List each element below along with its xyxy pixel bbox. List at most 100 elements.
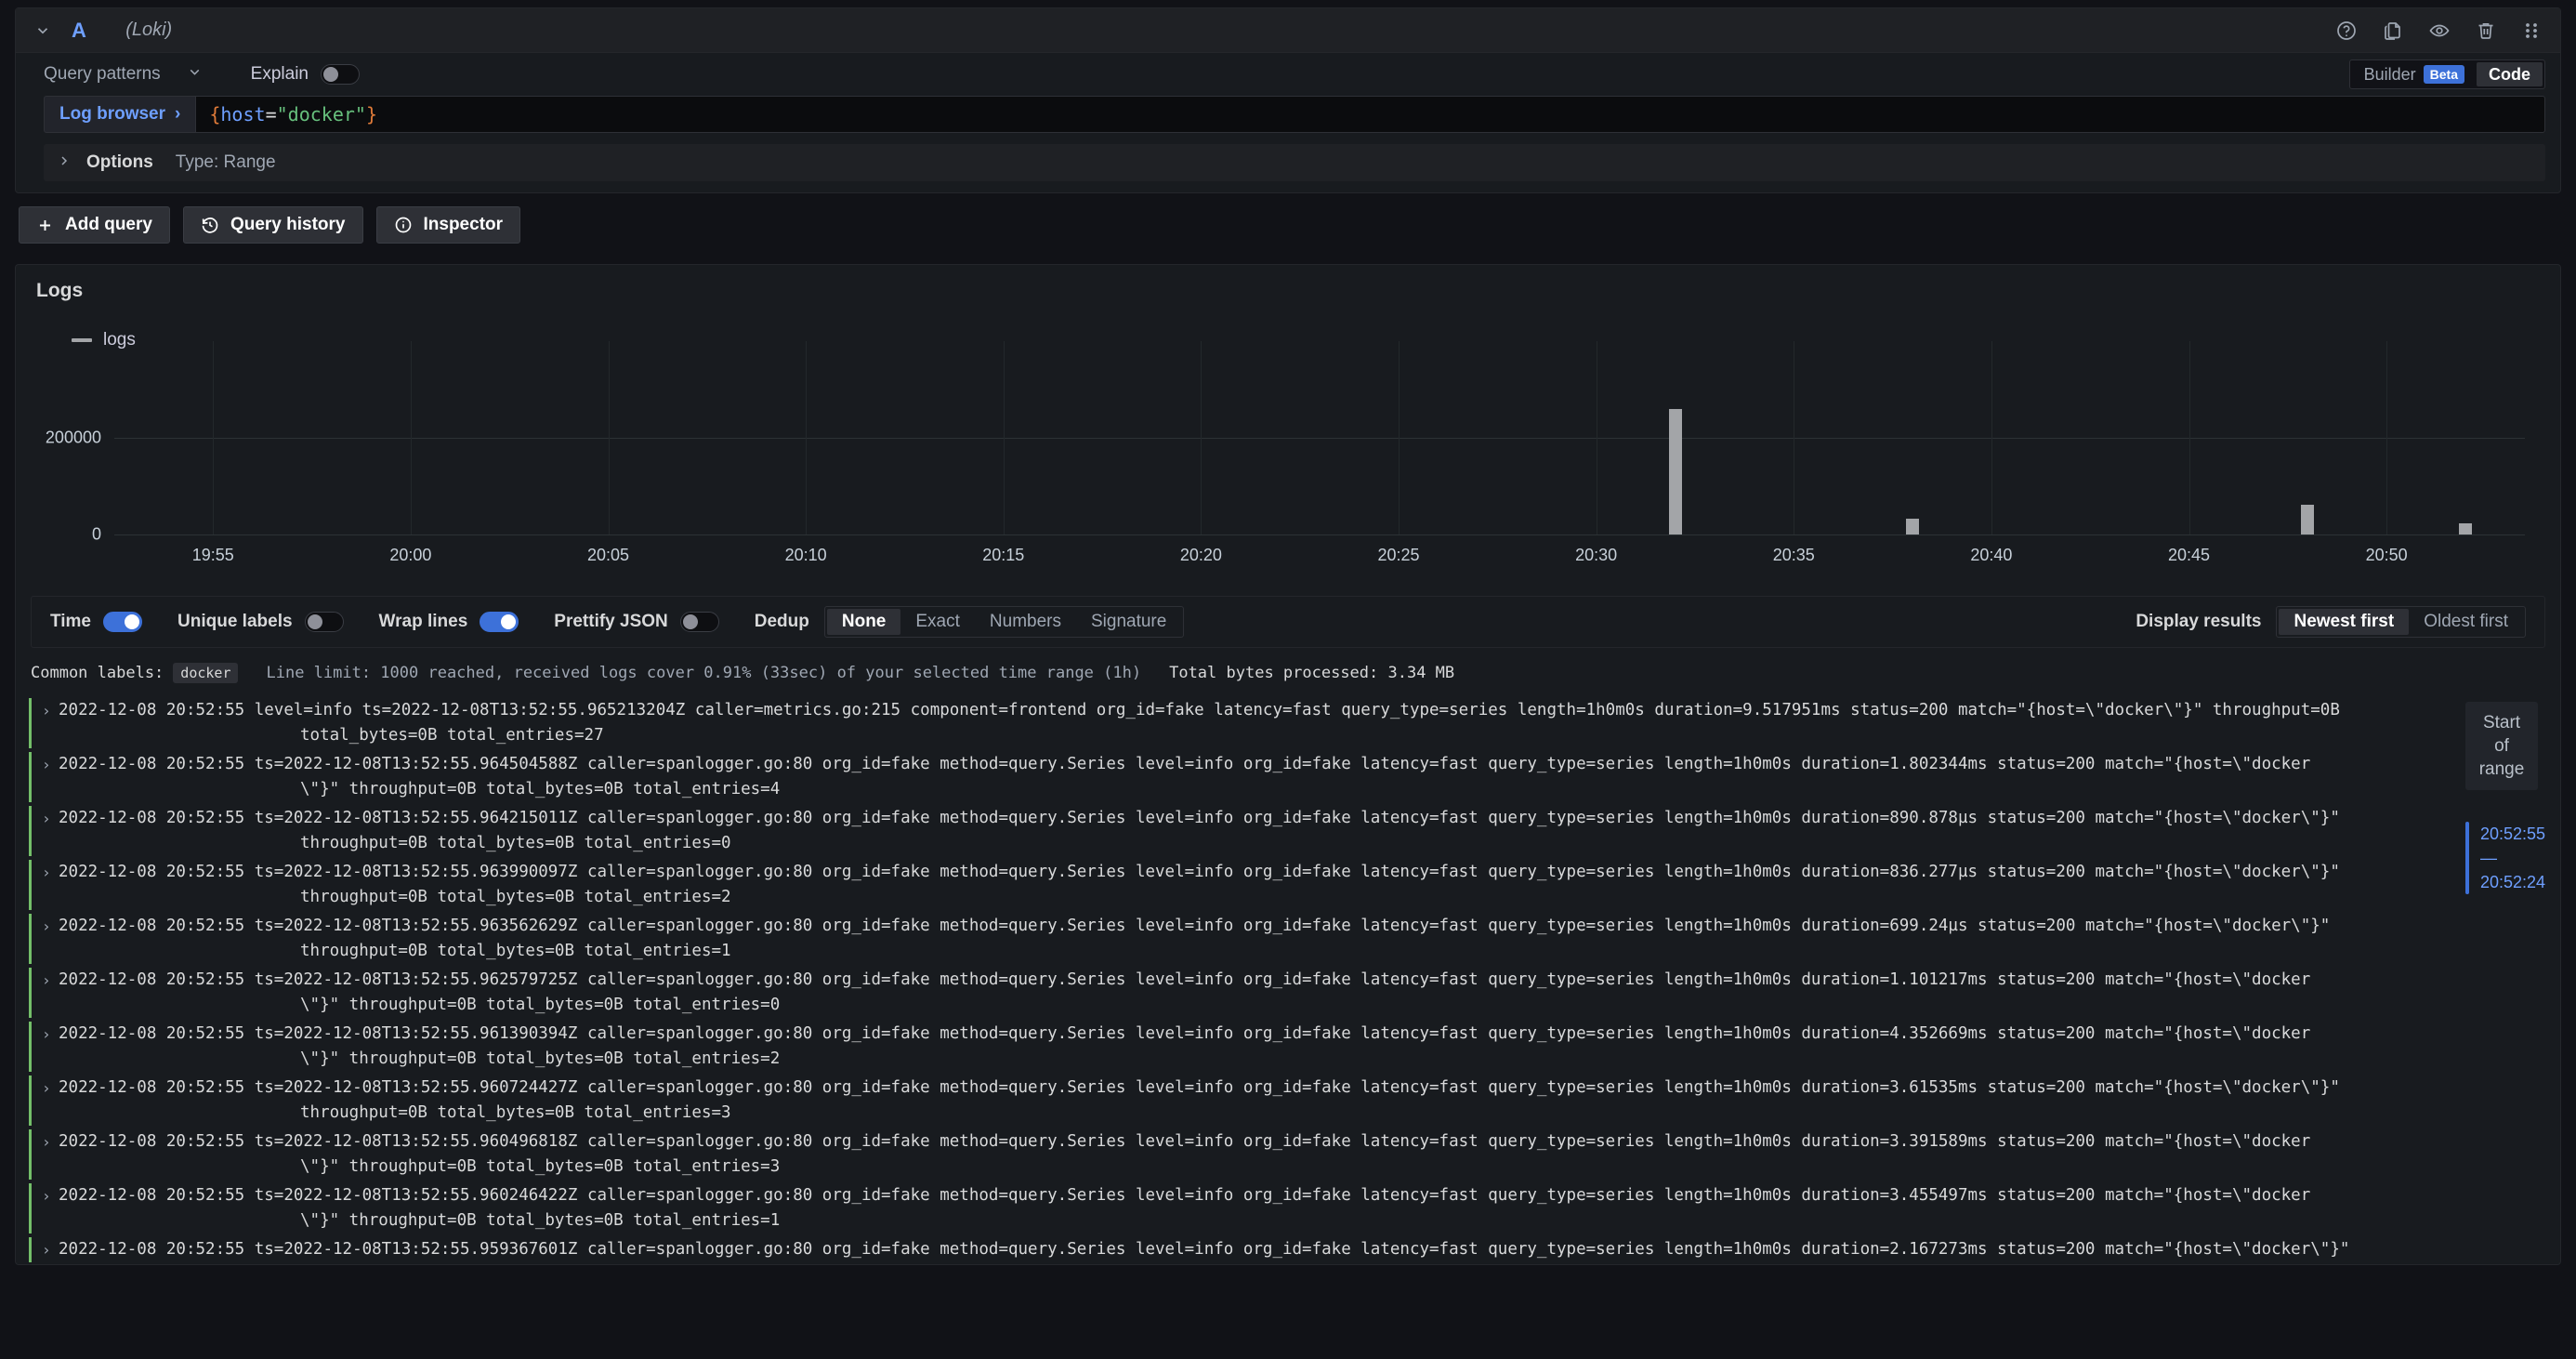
log-timestamp: 2022-12-08 20:52:55 (59, 1024, 255, 1043)
histogram-plot-area[interactable]: 020000019:5520:0020:0520:1020:1520:2020:… (114, 341, 2525, 534)
log-row-expand-icon[interactable]: › (42, 752, 59, 802)
log-message: ts=2022-12-08T13:52:55.963562629Z caller… (255, 917, 2331, 935)
log-row-expand-icon[interactable]: › (42, 1075, 59, 1126)
dedup-option-signature[interactable]: Signature (1076, 609, 1181, 635)
dedup-option-numbers[interactable]: Numbers (975, 609, 1076, 635)
dedup-option-none[interactable]: None (827, 609, 901, 635)
log-row-body: 2022-12-08 20:52:55 ts=2022-12-08T13:52:… (59, 1075, 2560, 1126)
prettify-json-label: Prettify JSON (554, 612, 667, 632)
common-label-chip[interactable]: docker (173, 663, 238, 683)
x-axis-tick-label: 20:05 (587, 546, 629, 565)
log-level-indicator (16, 914, 42, 964)
display-results-label: Display results (2136, 612, 2261, 632)
log-message-continuation: \"}" throughput=0B total_bytes=0B total_… (59, 1208, 2439, 1234)
add-query-label: Add query (65, 215, 152, 235)
log-row[interactable]: ›2022-12-08 20:52:55 ts=2022-12-08T13:52… (16, 1235, 2560, 1264)
explain-toggle[interactable] (321, 64, 360, 85)
histogram-bar[interactable] (1906, 519, 1919, 534)
x-axis-tick-label: 20:10 (785, 546, 827, 565)
builder-mode-option[interactable]: Builder Beta (2352, 62, 2477, 86)
histogram-bar[interactable] (1669, 409, 1682, 534)
log-row-expand-icon[interactable]: › (42, 806, 59, 856)
eye-icon[interactable] (2428, 20, 2451, 42)
inspector-button[interactable]: Inspector (376, 206, 521, 244)
time-toggle[interactable] (103, 612, 142, 632)
log-row-expand-icon[interactable]: › (42, 1022, 59, 1072)
log-timestamp: 2022-12-08 20:52:55 (59, 1078, 255, 1097)
sort-option-newest-first[interactable]: Newest first (2279, 609, 2409, 635)
y-gridline (114, 438, 2525, 439)
log-rows-container[interactable]: Startofrange 20:52:55 — 20:52:24 ›2022-1… (16, 696, 2560, 1264)
x-gridline (1004, 341, 1005, 534)
duplicate-query-icon[interactable] (2382, 20, 2404, 42)
log-message-continuation: throughput=0B total_bytes=0B total_entri… (59, 939, 2439, 964)
log-message: ts=2022-12-08T13:52:55.964215011Z caller… (255, 809, 2340, 827)
log-row[interactable]: ›2022-12-08 20:52:55 ts=2022-12-08T13:52… (16, 804, 2560, 858)
log-row-expand-icon[interactable]: › (42, 1183, 59, 1234)
log-row-expand-icon[interactable]: › (42, 1129, 59, 1180)
unique-labels-toggle[interactable] (305, 612, 344, 632)
unique-labels-label: Unique labels (177, 612, 293, 632)
add-query-button[interactable]: Add query (19, 206, 170, 244)
datasource-name: (Loki) (125, 20, 172, 41)
log-level-indicator (16, 1183, 42, 1234)
histogram-bar[interactable] (2301, 505, 2314, 534)
log-row[interactable]: ›2022-12-08 20:52:55 ts=2022-12-08T13:52… (16, 1074, 2560, 1128)
info-icon (394, 216, 413, 234)
drag-handle-icon[interactable] (2521, 20, 2542, 42)
x-gridline (609, 341, 610, 534)
x-gridline (2189, 341, 2190, 534)
log-level-indicator (16, 1022, 42, 1072)
query-token-equals: = (266, 103, 277, 125)
common-labels-label: Common labels: (31, 664, 164, 682)
sort-option-oldest-first[interactable]: Oldest first (2409, 609, 2523, 635)
query-patterns-label[interactable]: Query patterns (44, 64, 161, 85)
log-row[interactable]: ›2022-12-08 20:52:55 ts=2022-12-08T13:52… (16, 912, 2560, 966)
y-axis-tick-label: 200000 (46, 429, 101, 448)
histogram-bar[interactable] (2459, 523, 2472, 534)
range-from: 20:52:55 (2480, 822, 2545, 846)
wrap-lines-toggle[interactable] (480, 612, 519, 632)
query-code-input[interactable]: {host="docker"} (195, 96, 2545, 133)
log-row[interactable]: ›2022-12-08 20:52:55 ts=2022-12-08T13:52… (16, 1020, 2560, 1074)
log-browser-button[interactable]: Log browser › (44, 96, 195, 133)
log-level-indicator (16, 1237, 42, 1262)
x-gridline (1201, 341, 1202, 534)
log-row[interactable]: ›2022-12-08 20:52:55 ts=2022-12-08T13:52… (16, 858, 2560, 912)
start-of-range-line: of (2471, 734, 2532, 758)
log-timestamp: 2022-12-08 20:52:55 (59, 1240, 255, 1259)
query-history-button[interactable]: Query history (183, 206, 363, 244)
log-row-expand-icon[interactable]: › (42, 1237, 59, 1262)
code-mode-option[interactable]: Code (2477, 62, 2543, 86)
log-row-expand-icon[interactable]: › (42, 698, 59, 748)
help-icon[interactable] (2335, 20, 2358, 42)
x-gridline (806, 341, 807, 534)
wrap-lines-control: Wrap lines (379, 612, 519, 632)
log-row-expand-icon[interactable]: › (42, 860, 59, 910)
log-level-indicator (16, 860, 42, 910)
log-message: level=info ts=2022-12-08T13:52:55.965213… (255, 701, 2340, 719)
log-row-body: 2022-12-08 20:52:55 ts=2022-12-08T13:52:… (59, 1022, 2560, 1072)
log-row-expand-icon[interactable]: › (42, 914, 59, 964)
log-level-indicator (16, 806, 42, 856)
log-row-expand-icon[interactable]: › (42, 968, 59, 1018)
query-history-label: Query history (230, 215, 346, 235)
logs-right-rail: Startofrange 20:52:55 — 20:52:24 (2449, 696, 2560, 894)
log-row[interactable]: ›2022-12-08 20:52:55 ts=2022-12-08T13:52… (16, 750, 2560, 804)
log-message: ts=2022-12-08T13:52:55.963990097Z caller… (255, 863, 2340, 881)
log-timestamp: 2022-12-08 20:52:55 (59, 1132, 255, 1151)
log-row[interactable]: ›2022-12-08 20:52:55 ts=2022-12-08T13:52… (16, 1181, 2560, 1235)
log-row[interactable]: ›2022-12-08 20:52:55 ts=2022-12-08T13:52… (16, 1128, 2560, 1181)
log-row[interactable]: ›2022-12-08 20:52:55 ts=2022-12-08T13:52… (16, 966, 2560, 1020)
chevron-down-icon[interactable] (31, 19, 55, 43)
query-options-row[interactable]: Options Type: Range (44, 144, 2545, 181)
time-range-indicator[interactable]: 20:52:55 — 20:52:24 (2465, 822, 2560, 894)
query-ref-id: A (72, 19, 86, 43)
dedup-option-exact[interactable]: Exact (900, 609, 975, 635)
log-row[interactable]: ›2022-12-08 20:52:55 level=info ts=2022-… (16, 696, 2560, 750)
prettify-json-toggle[interactable] (680, 612, 719, 632)
options-chevron-right-icon[interactable] (57, 153, 72, 173)
trash-icon[interactable] (2475, 20, 2497, 42)
display-results-control: Display results Newest firstOldest first (2136, 606, 2526, 638)
query-patterns-chevron-down-icon[interactable] (187, 64, 203, 85)
